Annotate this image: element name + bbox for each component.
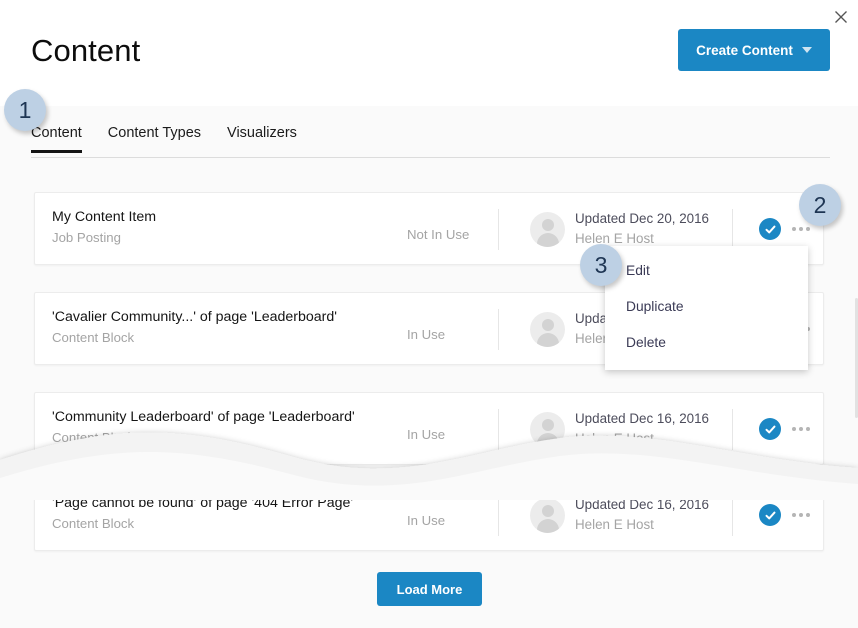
check-circle-icon[interactable] [759, 504, 781, 526]
row-subtitle: Job Posting [52, 228, 156, 247]
row-divider [498, 209, 499, 250]
kebab-menu-icon[interactable] [792, 224, 814, 234]
row-updated-user: Helen E Host [575, 429, 709, 448]
row-divider [732, 209, 733, 250]
menu-item-delete[interactable]: Delete [626, 335, 666, 350]
content-management-page: Content Create Content Content Content T… [0, 0, 858, 628]
page-header: Content Create Content [0, 0, 858, 106]
tab-content[interactable]: Content [31, 125, 82, 153]
row-divider [498, 409, 499, 450]
row-updated-user: Helen E Host [575, 515, 709, 534]
row-subtitle: Content Block [52, 328, 337, 347]
row-divider [732, 495, 733, 536]
row-meta: Updated Dec 20, 2016 Helen E Host [575, 209, 709, 248]
tab-content-types[interactable]: Content Types [108, 125, 201, 153]
check-circle-icon[interactable] [759, 418, 781, 440]
row-usage-status: Not In Use [407, 227, 469, 242]
row-usage-status: In Use [407, 327, 445, 342]
user-avatar-icon [530, 498, 565, 533]
row-primary-text: 'Page cannot be found' of page '404 Erro… [52, 494, 353, 533]
row-divider [732, 409, 733, 450]
row-context-menu: Edit Duplicate Delete [605, 246, 808, 370]
tab-visualizers[interactable]: Visualizers [227, 125, 297, 153]
row-title: 'Page cannot be found' of page '404 Erro… [52, 494, 353, 513]
row-subtitle: Content Block [52, 428, 355, 447]
callout-badge-1: 1 [4, 89, 46, 131]
callout-badge-3: 3 [580, 244, 622, 286]
row-usage-status: In Use [407, 513, 445, 528]
row-updated-date: Updated Dec 20, 2016 [575, 209, 709, 228]
row-primary-text: 'Community Leaderboard' of page 'Leaderb… [52, 408, 355, 447]
load-more-button[interactable]: Load More [377, 572, 482, 606]
row-title: 'Community Leaderboard' of page 'Leaderb… [52, 408, 355, 427]
page-title: Content [31, 33, 140, 69]
callout-badge-2: 2 [799, 184, 841, 226]
row-divider [498, 309, 499, 350]
tab-list: Content Content Types Visualizers [31, 125, 297, 153]
menu-item-edit[interactable]: Edit [626, 263, 650, 278]
row-updated-date: Updated Dec 16, 2016 [575, 495, 709, 514]
row-subtitle: Content Block [52, 514, 353, 533]
user-avatar-icon [530, 212, 565, 247]
kebab-menu-icon[interactable] [792, 424, 814, 434]
user-avatar-icon [530, 412, 565, 447]
row-title: 'Cavalier Community...' of page 'Leaderb… [52, 308, 337, 327]
row-primary-text: My Content Item Job Posting [52, 208, 156, 247]
kebab-menu-icon[interactable] [792, 510, 814, 520]
row-title: My Content Item [52, 208, 156, 227]
chevron-down-icon [802, 47, 812, 53]
menu-item-duplicate[interactable]: Duplicate [626, 299, 684, 314]
row-primary-text: 'Cavalier Community...' of page 'Leaderb… [52, 308, 337, 347]
row-updated-date: Updated Dec 16, 2016 [575, 409, 709, 428]
table-row[interactable]: 'Page cannot be found' of page '404 Erro… [34, 478, 824, 551]
tab-bar: Content Content Types Visualizers [0, 106, 858, 158]
row-usage-status: In Use [407, 427, 445, 442]
create-content-button[interactable]: Create Content [678, 29, 830, 71]
user-avatar-icon [530, 312, 565, 347]
row-divider [498, 495, 499, 536]
create-content-label: Create Content [696, 43, 793, 58]
check-circle-icon[interactable] [759, 218, 781, 240]
row-meta: Updated Dec 16, 2016 Helen E Host [575, 409, 709, 448]
close-icon[interactable] [830, 6, 852, 28]
row-meta: Updated Dec 16, 2016 Helen E Host [575, 495, 709, 534]
table-row[interactable]: 'Community Leaderboard' of page 'Leaderb… [34, 392, 824, 465]
list-footer: Load More [0, 558, 858, 628]
